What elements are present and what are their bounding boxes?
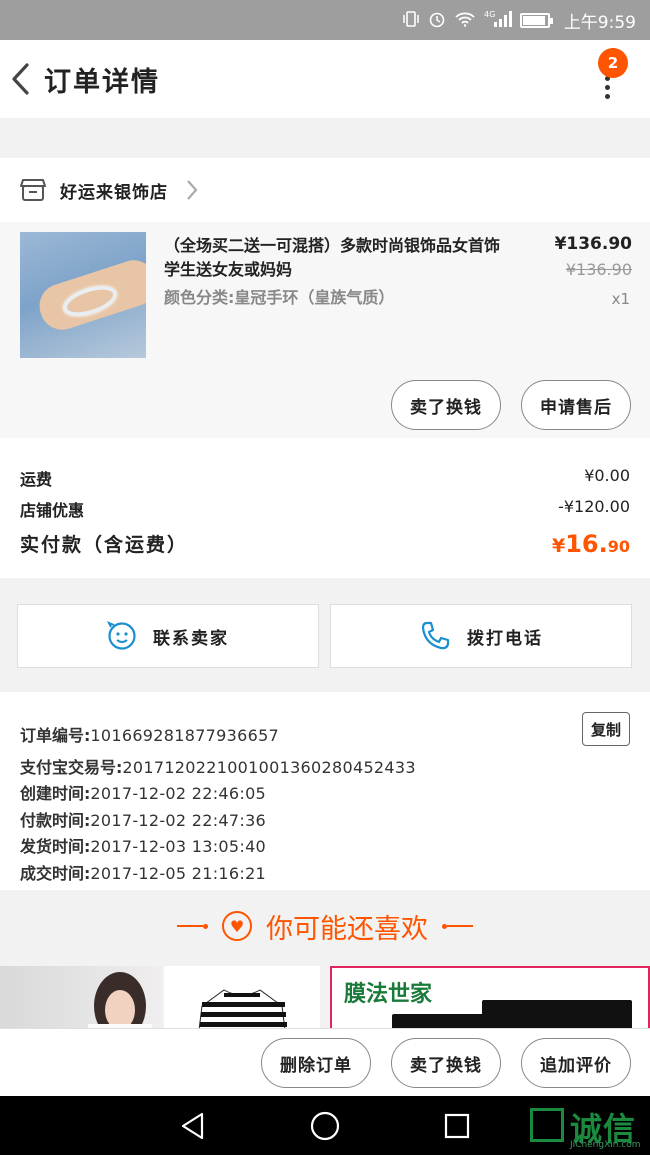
striped-shirt-image — [198, 989, 287, 1030]
product-thumbnail[interactable] — [20, 232, 146, 358]
chevron-left-icon — [12, 63, 29, 95]
recommend-cards: 膜法世家 — [0, 966, 650, 1030]
header: 订单详情 2 — [0, 40, 650, 118]
paid-time-value: 2017-12-02 22:47:36 — [90, 811, 267, 830]
order-number-value: 101669281877936657 — [90, 726, 280, 745]
product-price: ¥136.90 — [554, 234, 632, 254]
product-item[interactable]: （全场买二送一可混搭）多款时尚银饰品女首饰学生送女友或妈妈 颜色分类:皇冠手环（… — [0, 222, 650, 438]
paid-time-row: 付款时间:2017-12-02 22:47:36 — [20, 807, 266, 831]
call-label: 拨打电话 — [467, 628, 543, 649]
divider-right — [442, 923, 473, 929]
page-title: 订单详情 — [44, 66, 160, 98]
watermark-mark — [530, 1108, 564, 1142]
recommend-card-3[interactable]: 膜法世家 — [330, 966, 650, 1030]
add-review-button[interactable]: 追加评价 — [521, 1038, 631, 1088]
shop-icon — [20, 179, 46, 201]
copy-button[interactable]: 复制 — [582, 712, 630, 746]
wifi-icon — [454, 11, 476, 30]
chevron-right-icon — [187, 180, 198, 200]
product-sku: 颜色分类:皇冠手环（皇族气质） — [164, 288, 395, 307]
watermark-sub: JiChengXin.com — [570, 1140, 641, 1150]
shipped-time-value: 2017-12-03 13:05:40 — [90, 837, 267, 856]
shipping-value: ¥0.00 — [584, 466, 630, 485]
created-time-value: 2017-12-02 22:46:05 — [90, 784, 267, 803]
status-bar: 4G 上午9:59 — [0, 0, 650, 40]
paid-row: 实付款（含运费） ¥16.90 — [20, 530, 630, 558]
apply-aftersale-button[interactable]: 申请售后 — [521, 380, 631, 430]
shop-row[interactable]: 好运来银饰店 — [0, 158, 650, 222]
heart-icon: ♥ — [222, 911, 252, 941]
alipay-trade-row: 支付宝交易号:2017120221001001360280452433 — [20, 754, 416, 778]
bottom-action-bar: 删除订单 卖了换钱 追加评价 — [0, 1028, 650, 1096]
contact-seller-button[interactable]: 联系卖家 — [17, 604, 319, 668]
divider-left — [177, 923, 208, 929]
discount-label: 店铺优惠 — [20, 501, 85, 520]
shipped-time-row: 发货时间:2017-12-03 13:05:40 — [20, 833, 266, 857]
more-button[interactable]: 2 — [588, 48, 628, 110]
paid-int: 16. — [565, 530, 608, 558]
discount-row: 店铺优惠 -¥120.00 — [20, 497, 630, 521]
recommend-card-2[interactable] — [164, 966, 320, 1030]
alarm-icon — [428, 10, 446, 31]
deal-time-value: 2017-12-05 21:16:21 — [90, 864, 267, 883]
order-info: 订单编号:101669281877936657 支付宝交易号:201712022… — [0, 692, 650, 890]
contact-bar: 联系卖家 拨打电话 — [0, 594, 650, 678]
notification-badge: 2 — [598, 48, 628, 78]
order-number-row: 订单编号:101669281877936657 — [20, 722, 279, 746]
call-button[interactable]: 拨打电话 — [330, 604, 632, 668]
watermark-logo: 诚信 JiChengXin.com — [530, 1102, 650, 1152]
back-button[interactable] — [0, 40, 40, 118]
paid-yen: ¥ — [551, 535, 566, 557]
recommend-header: ♥ 你可能还喜欢 — [0, 898, 650, 954]
alipay-trade-value: 2017120221001001360280452433 — [122, 758, 416, 777]
fee-summary: 运费 ¥0.00 店铺优惠 -¥120.00 实付款（含运费） ¥16.90 — [0, 438, 650, 578]
mask-box-image — [392, 1000, 632, 1028]
product-name: （全场买二送一可混搭）多款时尚银饰品女首饰学生送女友或妈妈 — [164, 236, 501, 279]
product-quantity: x1 — [611, 290, 630, 308]
discount-value: -¥120.00 — [558, 497, 630, 516]
deal-time-row: 成交时间:2017-12-05 21:16:21 — [20, 860, 266, 884]
order-number-label: 订单编号: — [20, 726, 91, 745]
nav-back-icon[interactable] — [178, 1111, 208, 1141]
paid-time-label: 付款时间: — [20, 811, 91, 830]
contact-seller-label: 联系卖家 — [153, 628, 229, 649]
product-original-price: ¥136.90 — [565, 260, 632, 279]
svg-text:4G: 4G — [484, 10, 495, 19]
deal-time-label: 成交时间: — [20, 864, 91, 883]
status-time: 上午9:59 — [563, 12, 636, 33]
chat-icon — [107, 621, 136, 650]
model-photo-image — [88, 972, 152, 1030]
nav-recents-icon[interactable] — [443, 1112, 471, 1140]
created-time-row: 创建时间:2017-12-02 22:46:05 — [20, 780, 266, 804]
paid-dec: 90 — [607, 537, 630, 556]
status-icons: 4G — [402, 10, 553, 31]
shipping-label: 运费 — [20, 470, 53, 489]
nav-home-icon[interactable] — [309, 1110, 341, 1142]
phone-icon — [421, 621, 450, 650]
shop-name: 好运来银饰店 — [60, 182, 168, 203]
paid-label: 实付款（含运费） — [20, 534, 189, 556]
vibrate-icon — [402, 10, 420, 30]
delete-order-button[interactable]: 删除订单 — [261, 1038, 371, 1088]
more-vertical-icon — [605, 76, 610, 103]
shipping-row: 运费 ¥0.00 — [20, 466, 630, 490]
battery-icon — [519, 12, 553, 28]
sell-exchange-button[interactable]: 卖了换钱 — [391, 380, 501, 430]
recommend-title: 你可能还喜欢 — [266, 913, 428, 945]
shipped-time-label: 发货时间: — [20, 837, 91, 856]
paid-amount: ¥16.90 — [552, 530, 630, 558]
alipay-trade-label: 支付宝交易号: — [20, 758, 123, 777]
sell-exchange-bottom-button[interactable]: 卖了换钱 — [391, 1038, 501, 1088]
signal-icon: 4G — [484, 10, 512, 31]
created-time-label: 创建时间: — [20, 784, 91, 803]
recommend-card-1[interactable] — [0, 966, 162, 1030]
